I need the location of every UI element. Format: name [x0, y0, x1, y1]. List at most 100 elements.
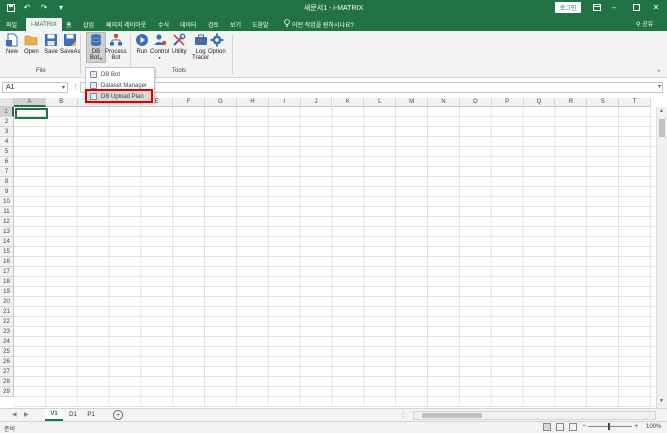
- column-header[interactable]: B: [45, 98, 78, 107]
- name-box[interactable]: A1 ▾: [2, 82, 68, 93]
- minimize-icon[interactable]: –: [603, 1, 625, 14]
- row-header[interactable]: 10: [0, 197, 14, 207]
- process-bot-button[interactable]: Process Bot: [105, 33, 127, 61]
- collapse-ribbon-icon[interactable]: ⌃: [656, 69, 662, 77]
- run-button[interactable]: Run: [135, 33, 149, 55]
- row-header[interactable]: 25: [0, 347, 14, 357]
- row-header[interactable]: 2: [0, 117, 14, 127]
- column-header[interactable]: N: [428, 98, 460, 107]
- sheet-tabs-resize-icon[interactable]: ⋮: [400, 411, 406, 418]
- column-header[interactable]: S: [587, 98, 620, 107]
- sheet-tab-d1[interactable]: D1: [64, 409, 82, 421]
- zoom-level[interactable]: 100%: [646, 424, 661, 430]
- tab-page-layout[interactable]: 페이지 레이아웃: [103, 18, 149, 31]
- row-header[interactable]: 21: [0, 307, 14, 317]
- new-button[interactable]: New: [5, 33, 19, 55]
- column-header[interactable]: P: [491, 98, 524, 107]
- zoom-in-icon[interactable]: +: [634, 423, 638, 430]
- row-header[interactable]: 5: [0, 147, 14, 157]
- column-header[interactable]: R: [555, 98, 588, 107]
- login-button[interactable]: 로그인: [555, 2, 581, 13]
- sheet-nav-next-icon[interactable]: ▶: [24, 411, 29, 418]
- tab-imatrix[interactable]: i-MATRIX: [26, 18, 62, 31]
- horizontal-scrollbar[interactable]: [413, 411, 656, 420]
- row-header[interactable]: 27: [0, 367, 14, 377]
- db-bot-button[interactable]: DB Bot ▾: [86, 32, 106, 63]
- column-header[interactable]: M: [396, 98, 429, 107]
- utility-button[interactable]: Utility: [172, 33, 187, 55]
- tab-file[interactable]: 파일: [3, 18, 20, 31]
- row-header[interactable]: 15: [0, 247, 14, 257]
- formula-input[interactable]: ▾: [80, 82, 663, 93]
- share-button[interactable]: ⚲ 공유: [636, 19, 653, 28]
- vertical-scroll-thumb[interactable]: [659, 119, 665, 137]
- column-header[interactable]: T: [619, 98, 651, 107]
- active-cell-a1[interactable]: [15, 108, 48, 119]
- row-header[interactable]: 6: [0, 157, 14, 167]
- row-header[interactable]: 18: [0, 277, 14, 287]
- formula-options-icon[interactable]: ⋮: [72, 83, 79, 91]
- page-break-view-icon[interactable]: [569, 423, 577, 431]
- sheet-nav-prev-icon[interactable]: ◀: [12, 411, 17, 418]
- row-header[interactable]: 3: [0, 127, 14, 137]
- scroll-up-icon[interactable]: ▲: [659, 108, 664, 114]
- row-header[interactable]: 19: [0, 287, 14, 297]
- scroll-down-icon[interactable]: ▼: [659, 398, 664, 404]
- tab-help[interactable]: 도움말: [249, 18, 272, 31]
- row-header[interactable]: 28: [0, 377, 14, 387]
- row-header[interactable]: 13: [0, 227, 14, 237]
- zoom-slider[interactable]: − +: [582, 423, 638, 430]
- tab-formulas[interactable]: 수식: [155, 18, 172, 31]
- row-header[interactable]: 4: [0, 137, 14, 147]
- column-header[interactable]: L: [364, 98, 397, 107]
- zoom-out-icon[interactable]: −: [582, 423, 586, 430]
- worksheet-grid[interactable]: ABCDEFGHIJKLMNOPQRST 1234567891011121314…: [0, 98, 667, 408]
- save-as-button[interactable]: SaveAs: [60, 33, 81, 55]
- zoom-track[interactable]: [588, 423, 633, 430]
- tab-insert[interactable]: 삽입: [80, 18, 97, 31]
- control-button[interactable]: Control ▾: [150, 33, 169, 60]
- close-icon[interactable]: ✕: [645, 1, 667, 14]
- column-header[interactable]: Q: [523, 98, 556, 107]
- row-header[interactable]: 16: [0, 257, 14, 267]
- row-header[interactable]: 22: [0, 317, 14, 327]
- add-sheet-icon[interactable]: +: [113, 410, 123, 420]
- row-header[interactable]: 17: [0, 267, 14, 277]
- row-header[interactable]: 23: [0, 327, 14, 337]
- row-header[interactable]: 26: [0, 357, 14, 367]
- row-header[interactable]: 12: [0, 217, 14, 227]
- sheet-tab-v1[interactable]: V1: [45, 409, 63, 421]
- chevron-down-icon[interactable]: ▾: [62, 84, 65, 91]
- normal-view-icon[interactable]: [543, 423, 551, 431]
- column-header[interactable]: K: [332, 98, 365, 107]
- expand-formula-bar-icon[interactable]: ▾: [658, 83, 661, 90]
- open-button[interactable]: Open: [24, 33, 39, 55]
- page-layout-view-icon[interactable]: [556, 423, 564, 431]
- vertical-scrollbar[interactable]: ▲ ▼: [656, 107, 667, 408]
- option-button[interactable]: Option: [208, 33, 226, 55]
- column-header[interactable]: J: [300, 98, 333, 107]
- column-header[interactable]: G: [205, 98, 237, 107]
- save-button[interactable]: Save: [44, 33, 58, 55]
- row-header[interactable]: 8: [0, 177, 14, 187]
- log-tracer-button[interactable]: Log Tracer: [192, 33, 209, 61]
- column-header[interactable]: O: [459, 98, 492, 107]
- row-header[interactable]: 1: [0, 107, 14, 117]
- row-header[interactable]: 9: [0, 187, 14, 197]
- row-header[interactable]: 29: [0, 387, 14, 397]
- horizontal-scroll-thumb[interactable]: [422, 413, 482, 418]
- column-header[interactable]: F: [173, 98, 206, 107]
- column-header[interactable]: A: [14, 98, 46, 107]
- row-header[interactable]: 24: [0, 337, 14, 347]
- row-header[interactable]: 14: [0, 237, 14, 247]
- zoom-knob[interactable]: [608, 423, 611, 430]
- column-header[interactable]: H: [236, 98, 269, 107]
- row-header[interactable]: 11: [0, 207, 14, 217]
- cells-area[interactable]: [14, 107, 654, 407]
- tab-view[interactable]: 보기: [227, 18, 244, 31]
- sheet-tab-p1[interactable]: P1: [82, 409, 100, 421]
- select-all-corner[interactable]: [0, 98, 14, 107]
- tab-review[interactable]: 검토: [205, 18, 222, 31]
- menu-item-db-bot[interactable]: DB Bot: [86, 69, 154, 80]
- column-header[interactable]: I: [268, 98, 301, 107]
